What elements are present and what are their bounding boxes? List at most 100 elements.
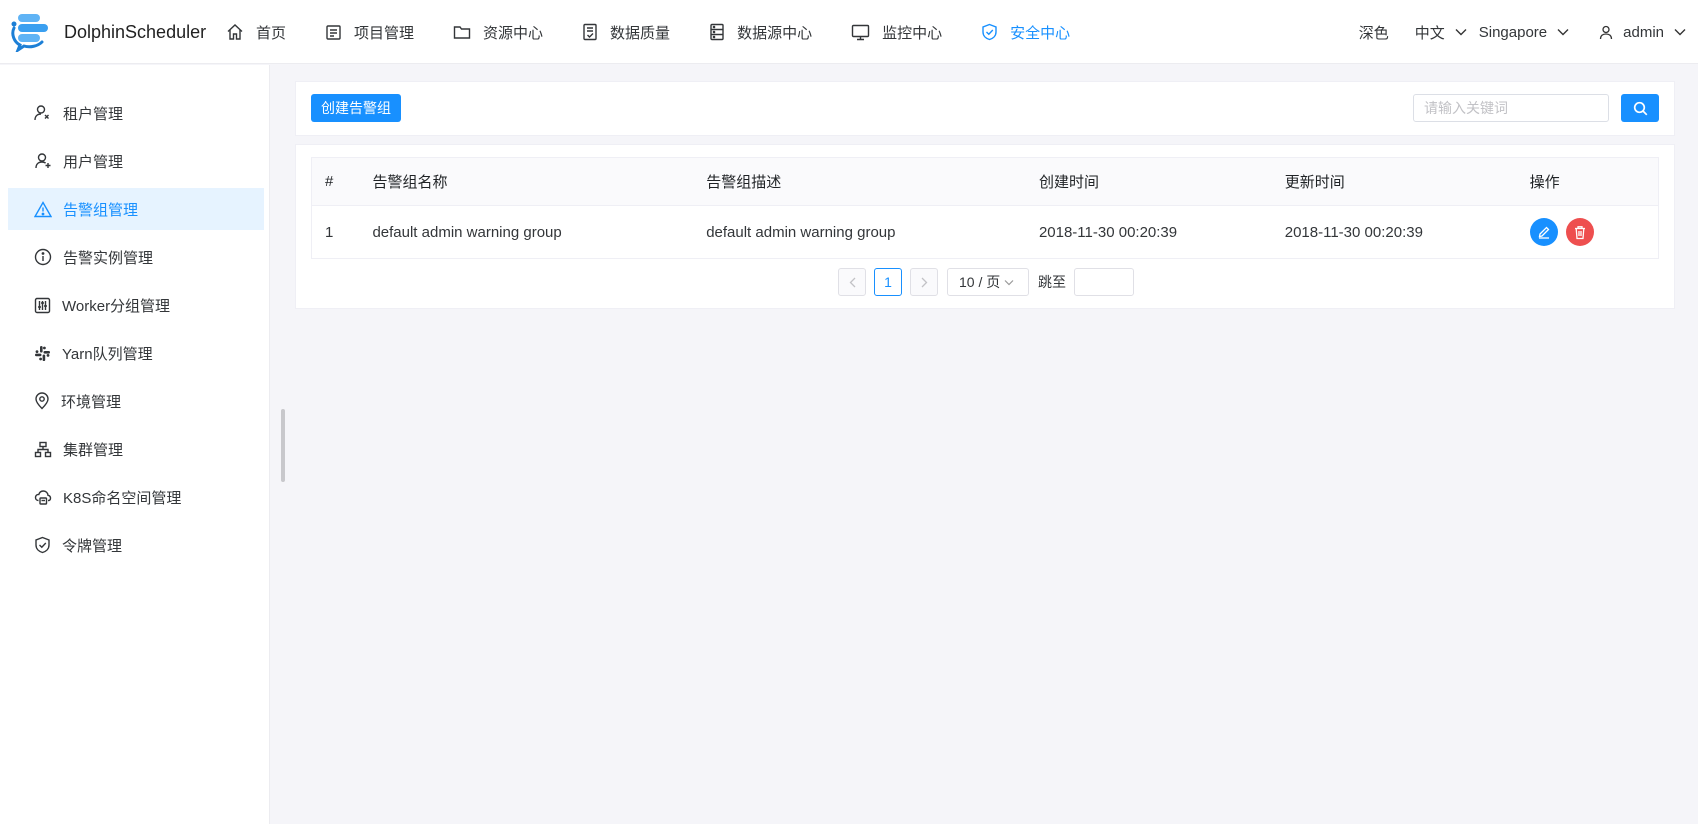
info-circle-icon	[34, 248, 52, 266]
tenant-icon	[34, 105, 49, 121]
sidebar-item-label: 租户管理	[63, 105, 124, 123]
project-icon	[326, 24, 341, 40]
user-menu[interactable]: admin	[1599, 24, 1686, 41]
sidebar-item-label: 集群管理	[63, 441, 124, 459]
datasource-icon	[710, 23, 724, 41]
cloud-server-icon	[34, 489, 52, 505]
page-button-current[interactable]: 1	[874, 268, 902, 296]
sidebar-item-label: Yarn队列管理	[62, 345, 153, 363]
jump-label: 跳至	[1038, 274, 1066, 290]
nav-item-home[interactable]: 首页	[226, 0, 286, 64]
sidebar-scrollbar[interactable]	[281, 409, 285, 482]
top-header: DolphinScheduler 首页 项目管理 资源中心 数据质量 数据源中心…	[0, 0, 1698, 64]
cell-actions	[1517, 206, 1659, 259]
warning-triangle-icon	[34, 200, 52, 217]
nav-item-label: 安全中心	[1010, 24, 1071, 42]
sidebar-item-alert-instance[interactable]: 告警实例管理	[8, 236, 264, 278]
timezone-select[interactable]: Singapore	[1479, 24, 1569, 41]
sidebar-item-k8s-namespace[interactable]: K8S命名空间管理	[8, 476, 264, 518]
create-alert-group-button[interactable]: 创建告警组	[311, 94, 401, 122]
pagination: 1 10 / 页 跳至	[838, 268, 1134, 296]
shield-check-icon	[982, 23, 997, 41]
column-header-name: 告警组名称	[359, 157, 694, 206]
sidebar: 租户管理 用户管理 告警组管理 告警实例管理 Worker分组管理 Yarn队列…	[0, 65, 270, 824]
chevron-right-icon	[921, 277, 927, 287]
nav-item-label: 数据源中心	[737, 24, 813, 42]
jump-page-input[interactable]	[1074, 268, 1134, 296]
dolphin-logo-icon	[11, 14, 48, 52]
cell-description: default admin warning group	[706, 223, 896, 241]
prev-page-button[interactable]	[838, 268, 866, 296]
sliders-icon	[34, 297, 51, 313]
location-pin-icon	[35, 392, 49, 410]
chevron-down-icon	[1557, 29, 1569, 36]
nav-item-label: 数据质量	[610, 24, 671, 42]
theme-label: 深色	[1358, 24, 1389, 42]
column-header-created: 创建时间	[1025, 157, 1272, 206]
app-name: DolphinScheduler	[64, 21, 207, 42]
sidebar-item-label: 告警实例管理	[63, 249, 154, 267]
timezone-label: Singapore	[1478, 23, 1548, 41]
user-name: admin	[1623, 23, 1664, 41]
delete-button[interactable]	[1565, 218, 1594, 246]
data-quality-icon	[583, 23, 597, 41]
sidebar-item-label: 令牌管理	[62, 537, 123, 555]
language-select[interactable]: 中文	[1415, 22, 1467, 43]
chevron-left-icon	[849, 277, 855, 287]
nav-item-security[interactable]: 安全中心	[981, 0, 1070, 64]
sidebar-item-environment[interactable]: 环境管理	[8, 380, 264, 422]
nav-item-resources[interactable]: 资源中心	[453, 0, 543, 64]
page-size-value: 10 / 页	[959, 274, 1001, 290]
table-row: 1 default admin warning group default ad…	[311, 205, 1659, 259]
nav-item-datasource[interactable]: 数据源中心	[709, 0, 812, 64]
sidebar-item-cluster[interactable]: 集群管理	[8, 428, 264, 470]
folder-icon	[453, 26, 471, 39]
column-header-index: #	[311, 157, 360, 206]
next-page-button[interactable]	[910, 268, 938, 296]
sidebar-item-tenant[interactable]: 租户管理	[8, 92, 264, 134]
alert-group-table: # 告警组名称 告警组描述 创建时间 更新时间 操作 1 default adm…	[311, 157, 1659, 259]
chevron-down-icon	[1004, 279, 1014, 285]
sidebar-item-worker-group[interactable]: Worker分组管理	[8, 284, 264, 326]
nav-item-data-quality[interactable]: 数据质量	[582, 0, 670, 64]
edit-button[interactable]	[1529, 218, 1558, 246]
nav-item-label: 首页	[256, 24, 287, 42]
user-icon	[1599, 25, 1613, 39]
home-icon	[227, 24, 243, 40]
sidebar-item-yarn-queue[interactable]: Yarn队列管理	[8, 332, 264, 374]
table-header-row: # 告警组名称 告警组描述 创建时间 更新时间 操作	[311, 157, 1659, 206]
header-right: 深色 中文 Singapore admin	[1359, 0, 1698, 64]
sidebar-item-label: 告警组管理	[63, 201, 139, 219]
app-logo[interactable]: DolphinScheduler	[10, 12, 206, 52]
search-input[interactable]	[1413, 94, 1609, 122]
sidebar-item-token[interactable]: 令牌管理	[8, 524, 264, 566]
sidebar-item-users[interactable]: 用户管理	[8, 140, 264, 182]
main-nav: 首页 项目管理 资源中心 数据质量 数据源中心 监控中心 安全中心	[226, 0, 1109, 64]
search-icon	[1633, 101, 1647, 115]
nav-item-label: 资源中心	[483, 24, 544, 42]
sidebar-item-label: K8S命名空间管理	[63, 489, 182, 507]
monitor-icon	[851, 24, 870, 40]
cluster-icon	[34, 441, 52, 457]
column-header-actions: 操作	[1516, 157, 1659, 206]
sidebar-item-label: 环境管理	[61, 393, 122, 411]
theme-toggle[interactable]: 深色	[1359, 22, 1389, 43]
cell-index: 1	[325, 223, 334, 241]
chevron-down-icon	[1455, 29, 1467, 36]
search-button[interactable]	[1621, 94, 1659, 122]
nav-item-label: 监控中心	[882, 24, 943, 42]
cell-created: 2018-11-30 00:20:39	[1038, 223, 1178, 241]
shield-check-icon	[35, 536, 50, 554]
cell-name: default admin warning group	[372, 223, 562, 241]
nav-item-projects[interactable]: 项目管理	[325, 0, 414, 64]
sidebar-item-label: Worker分组管理	[62, 297, 171, 315]
cell-updated: 2018-11-30 00:20:39	[1284, 223, 1423, 241]
page-size-select[interactable]: 10 / 页	[947, 268, 1029, 296]
user-add-icon	[35, 153, 51, 169]
column-header-updated: 更新时间	[1271, 157, 1517, 206]
sidebar-item-alert-group[interactable]: 告警组管理	[8, 188, 264, 230]
edit-icon	[1538, 226, 1549, 239]
nav-item-monitor[interactable]: 监控中心	[851, 0, 942, 64]
sidebar-item-label: 用户管理	[63, 153, 124, 171]
chevron-down-icon	[1674, 29, 1686, 36]
